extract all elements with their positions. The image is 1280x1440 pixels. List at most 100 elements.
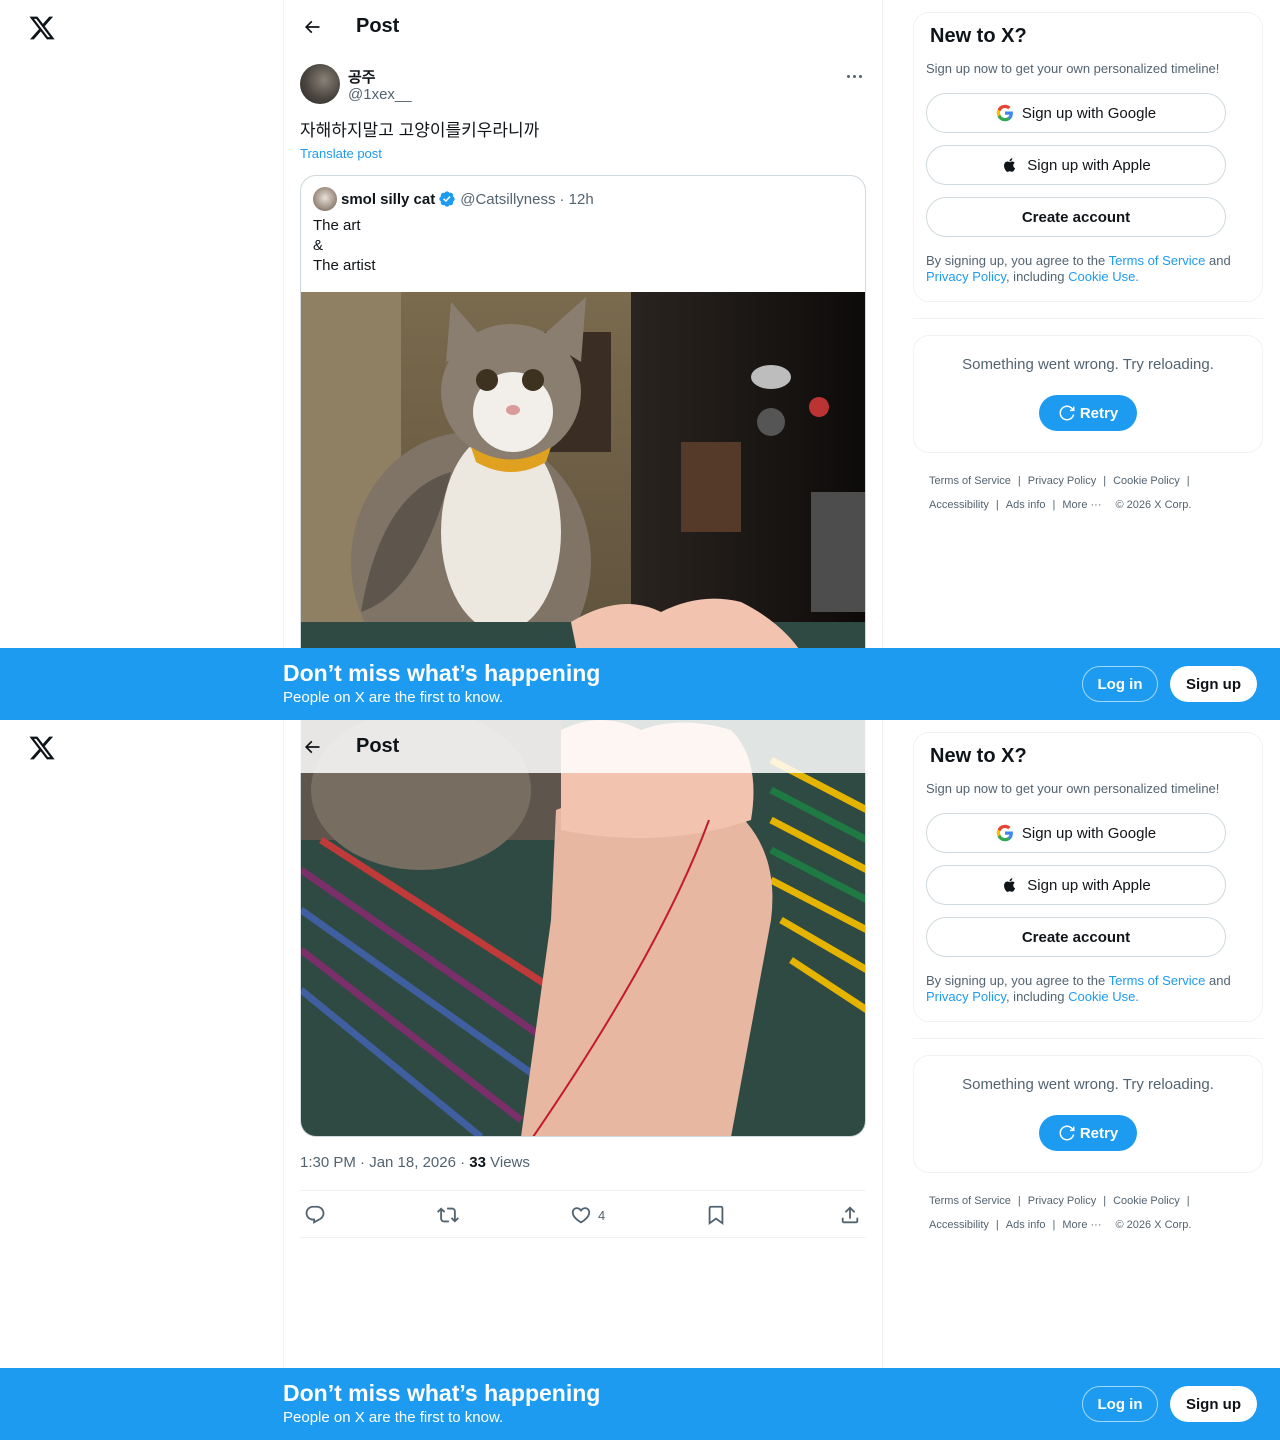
quoted-post[interactable]: smol silly cat @Catsillyness · 12h The a… [300, 175, 866, 720]
footer-more-link[interactable]: More ··· [1062, 1219, 1101, 1231]
footer-privacy-link[interactable]: Privacy Policy [1028, 1195, 1096, 1207]
share-button[interactable] [839, 1203, 861, 1227]
like-button[interactable]: 4 [570, 1203, 605, 1227]
legal-and: and [1205, 253, 1231, 268]
banner-title: Don’t miss what’s happening [283, 1380, 601, 1406]
page-title: Post [356, 15, 400, 37]
x-logo-icon[interactable] [28, 734, 56, 762]
banner-subtitle: People on X are the first to know. [283, 689, 504, 706]
footer-privacy-link[interactable]: Privacy Policy [1028, 475, 1096, 487]
login-button[interactable]: Log in [1082, 666, 1158, 702]
privacy-link[interactable]: Privacy Policy [926, 269, 1006, 284]
retry-label: Retry [1079, 1124, 1119, 1142]
footer-accessibility-link[interactable]: Accessibility [929, 1219, 989, 1231]
quoted-line: The art [313, 217, 361, 234]
legal-prefix: By signing up, you agree to the [926, 253, 1109, 268]
bookmark-button[interactable] [705, 1203, 727, 1227]
arrow-left-icon[interactable] [294, 729, 330, 765]
legal-prefix: By signing up, you agree to the [926, 973, 1109, 988]
login-banner: Don’t miss what’s happening People on X … [0, 648, 1280, 720]
repost-button[interactable] [437, 1203, 459, 1227]
avatar[interactable] [300, 64, 340, 104]
quoted-post-header: smol silly cat @Catsillyness · 12h [313, 187, 594, 211]
signup-google-button[interactable]: Sign up with Google [926, 813, 1226, 853]
post-time: 1:30 PM · Jan 18, 2026 [300, 1154, 456, 1171]
right-sidebar: New to X? Sign up now to get your own pe… [913, 12, 1263, 517]
author-name[interactable]: 공주 [348, 66, 376, 87]
post-author: 공주 @1xex__ [300, 64, 866, 106]
signup-google-button[interactable]: Sign up with Google [926, 93, 1226, 133]
create-account-button[interactable]: Create account [926, 197, 1226, 237]
heart-icon [571, 1207, 591, 1224]
verified-badge-icon [439, 191, 455, 207]
footer-cookie-link[interactable]: Cookie Policy [1113, 1195, 1180, 1207]
x-logo-icon[interactable] [28, 14, 56, 42]
signup-google-label: Sign up with Google [1021, 104, 1157, 122]
share-icon [841, 1206, 859, 1224]
footer-more-link[interactable]: More ··· [1062, 499, 1101, 511]
signup-apple-label: Sign up with Apple [1027, 156, 1151, 174]
signup-apple-button[interactable]: Sign up with Apple [926, 145, 1226, 185]
post-timestamp[interactable]: 1:30 PM · Jan 18, 2026 · 33 Views [300, 1154, 530, 1171]
signup-subtitle: Sign up now to get your own personalized… [926, 61, 1220, 76]
page-title: Post [356, 735, 400, 757]
cookie-use-link[interactable]: Cookie Use. [1068, 269, 1139, 284]
reply-button[interactable] [304, 1203, 326, 1227]
signup-legal-text: By signing up, you agree to the Terms of… [926, 973, 1252, 1005]
right-sidebar: New to X? Sign up now to get your own pe… [913, 732, 1263, 1237]
bookmark-icon [708, 1205, 724, 1226]
author-handle[interactable]: @1xex__ [348, 86, 412, 103]
views-label: Views [490, 1154, 530, 1171]
signup-legal-text: By signing up, you agree to the Terms of… [926, 253, 1252, 285]
privacy-link[interactable]: Privacy Policy [926, 989, 1006, 1004]
google-icon [996, 824, 1013, 842]
signup-apple-button[interactable]: Sign up with Apple [926, 865, 1226, 905]
signup-button[interactable]: Sign up [1170, 666, 1257, 702]
error-card: Something went wrong. Try reloading. Ret… [913, 1055, 1263, 1173]
footer-terms-link[interactable]: Terms of Service [929, 1195, 1011, 1207]
login-banner: Don’t miss what’s happening People on X … [0, 1368, 1280, 1440]
footer-ads-link[interactable]: Ads info [1006, 1219, 1046, 1231]
divider [913, 1038, 1263, 1039]
quoted-avatar [313, 187, 337, 211]
signup-title: New to X? [930, 25, 1027, 47]
banner-title: Don’t miss what’s happening [283, 660, 601, 686]
quoted-post-photo[interactable] [300, 720, 866, 1137]
divider [913, 318, 1263, 319]
banner-subtitle: People on X are the first to know. [283, 1409, 504, 1426]
login-button[interactable]: Log in [1082, 1386, 1158, 1422]
footer-cookie-link[interactable]: Cookie Policy [1113, 475, 1180, 487]
cookie-use-link[interactable]: Cookie Use. [1068, 989, 1139, 1004]
views-count: 33 [469, 1154, 486, 1171]
retry-button[interactable]: Retry [1039, 1115, 1137, 1151]
post-text: 자해하지말고 고양이를키우라니까 [300, 121, 540, 140]
post-header-bar: Post [284, 720, 882, 773]
primary-column: Post 공주 @1xex__ 자해하지말고 고양이를키우라니까 Transla… [283, 0, 883, 720]
retry-button[interactable]: Retry [1039, 395, 1137, 431]
apple-icon [1004, 878, 1016, 892]
signup-card: New to X? Sign up now to get your own pe… [913, 12, 1263, 302]
footer-ads-link[interactable]: Ads info [1006, 499, 1046, 511]
footer-terms-link[interactable]: Terms of Service [929, 475, 1011, 487]
reply-icon [305, 1205, 325, 1224]
footer-accessibility-link[interactable]: Accessibility [929, 499, 989, 511]
footer-links: Terms of Service | Privacy Policy | Cookie P… [929, 475, 1192, 511]
translate-post-link[interactable]: Translate post [300, 146, 382, 161]
signup-title: New to X? [930, 745, 1027, 767]
signup-button[interactable]: Sign up [1170, 1386, 1257, 1422]
signup-google-label: Sign up with Google [1021, 824, 1157, 842]
quoted-author-handle: @Catsillyness [460, 190, 556, 208]
google-icon [996, 104, 1013, 122]
error-message: Something went wrong. Try reloading. [962, 356, 1214, 373]
signup-subtitle: Sign up now to get your own personalized… [926, 781, 1220, 796]
quoted-line: The artist [313, 257, 376, 274]
repost-icon [437, 1207, 459, 1223]
terms-link[interactable]: Terms of Service [1109, 253, 1206, 268]
create-account-button[interactable]: Create account [926, 917, 1226, 957]
apple-icon [1004, 158, 1016, 172]
retry-label: Retry [1079, 404, 1119, 422]
more-options-icon[interactable] [842, 66, 866, 86]
quoted-post-age: · 12h [559, 190, 594, 208]
terms-link[interactable]: Terms of Service [1109, 973, 1206, 988]
arrow-left-icon[interactable] [294, 9, 330, 45]
